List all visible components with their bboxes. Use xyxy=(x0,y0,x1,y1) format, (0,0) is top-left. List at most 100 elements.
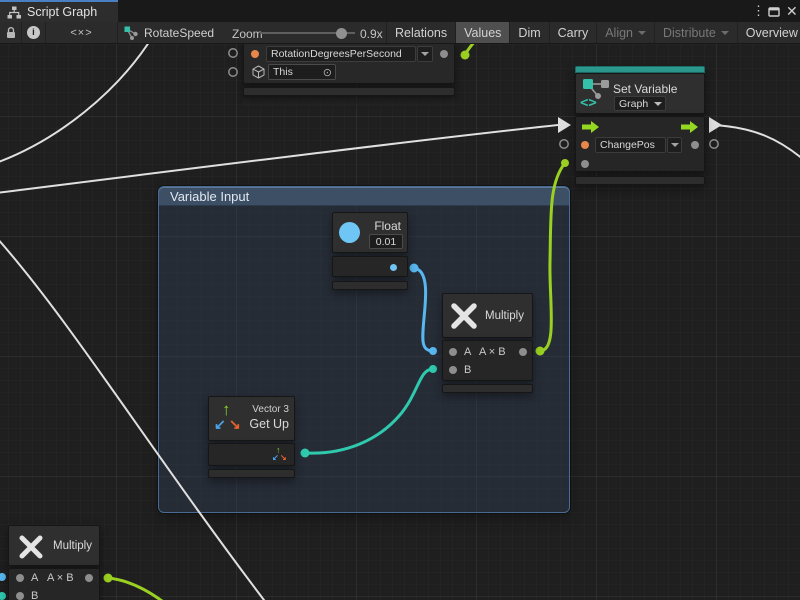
port-b[interactable] xyxy=(16,592,24,600)
node-multiply2-header[interactable]: Multiply xyxy=(8,525,100,566)
close-button[interactable]: ✕ xyxy=(786,0,798,22)
port-float-out[interactable] xyxy=(390,264,397,271)
float-value: 0.01 xyxy=(376,236,396,248)
maximize-button[interactable] xyxy=(768,0,780,22)
node-type-label: Vector 3 xyxy=(252,405,289,415)
port-result-label: A × B xyxy=(47,573,74,584)
port-result[interactable] xyxy=(85,574,93,582)
node-set-variable-accent xyxy=(575,66,705,73)
cube-icon xyxy=(252,65,265,79)
float-value-input[interactable]: 0.01 xyxy=(369,234,403,249)
scope-dropdown[interactable]: Graph xyxy=(614,96,666,111)
code-icon: <> xyxy=(580,95,597,109)
chevron-down-icon xyxy=(654,102,662,106)
node-multiply-header[interactable]: Multiply xyxy=(442,293,533,338)
port-b-label: B xyxy=(31,591,38,600)
node-multiply-body[interactable]: A A × B B xyxy=(442,340,533,381)
arrow-downright-icon: ↘ xyxy=(229,417,241,431)
unity-script-graph-window: Variable Input xyxy=(0,0,800,600)
node-float-header[interactable]: Float 0.01 xyxy=(332,212,408,253)
overview-button[interactable]: Overview xyxy=(737,22,800,43)
vector3-mini-icon[interactable]: ↑ ↙ ↘ xyxy=(272,446,288,464)
graph-hierarchy-icon xyxy=(7,6,21,19)
node-title: Float xyxy=(374,220,401,232)
group-title: Variable Input xyxy=(170,189,249,204)
port-a-label: A xyxy=(464,347,471,358)
info-button[interactable]: i xyxy=(22,22,46,43)
node-set-variable-header[interactable]: <> Set Variable Graph xyxy=(575,73,705,114)
node-shadow xyxy=(243,98,455,106)
port-out-dot[interactable] xyxy=(440,50,448,58)
values-button[interactable]: Values xyxy=(455,22,509,43)
graph-toolbar: i <×> RotateSpeed Zoom 0.9x Relations Va… xyxy=(0,22,800,44)
dim-button[interactable]: Dim xyxy=(509,22,548,43)
lock-button[interactable] xyxy=(0,22,22,43)
title-tab-bar: Script Graph ⋮ ✕ xyxy=(0,0,800,22)
breadcrumb[interactable]: RotateSpeed xyxy=(124,26,214,40)
zoom-value: 0.9x xyxy=(360,27,383,41)
variable-name-dropdown[interactable]: RotationDegreesPerSecond xyxy=(266,46,416,62)
arrow-downright-icon: ↘ xyxy=(280,454,287,462)
chevron-down-icon xyxy=(721,31,729,35)
tab-script-graph[interactable]: Script Graph xyxy=(0,0,118,22)
object-picker-icon[interactable]: ⊙ xyxy=(323,66,332,79)
menu-dots-button[interactable]: ⋮ xyxy=(752,0,765,22)
carry-button[interactable]: Carry xyxy=(549,22,597,43)
zoom-slider-handle[interactable] xyxy=(336,28,347,39)
code-icon: <×> xyxy=(70,27,92,39)
port-a[interactable] xyxy=(16,574,24,582)
arrow-downleft-icon: ↙ xyxy=(272,454,279,462)
node-multiply-footer xyxy=(442,384,533,393)
multiply-icon xyxy=(449,301,479,331)
port-value-out[interactable] xyxy=(691,141,699,149)
graph-name: RotateSpeed xyxy=(144,26,214,40)
chevron-down-icon xyxy=(421,52,429,56)
multiply-icon xyxy=(17,533,45,561)
port-input-dot[interactable] xyxy=(581,160,589,168)
flow-out-arrow-icon[interactable] xyxy=(681,121,698,133)
node-multiply2-body[interactable]: A A × B B xyxy=(8,568,100,600)
chevron-down-icon xyxy=(671,143,679,147)
variable-label: ChangePos xyxy=(600,139,655,151)
node-title: Multiply xyxy=(485,311,524,323)
info-icon: i xyxy=(27,26,40,39)
port-variable-in[interactable] xyxy=(581,141,589,149)
chevron-down-icon xyxy=(638,31,646,35)
graph-asset-icon xyxy=(124,26,138,40)
node-get-variable-footer xyxy=(243,87,455,96)
node-get-up-body[interactable]: ↑ ↙ ↘ xyxy=(208,443,295,466)
port-a-label: A xyxy=(31,573,38,584)
code-view-button[interactable]: <×> xyxy=(46,22,118,43)
zoom-label: Zoom xyxy=(232,27,263,41)
distribute-dropdown[interactable]: Distribute xyxy=(654,22,737,43)
float-icon xyxy=(339,222,360,243)
variable-dropdown-button[interactable] xyxy=(667,137,682,153)
port-value-out[interactable] xyxy=(251,50,259,58)
node-title: Get Up xyxy=(249,418,289,431)
lock-icon xyxy=(5,26,17,39)
node-set-variable-body[interactable]: ChangePos xyxy=(575,116,705,172)
node-get-variable[interactable]: RotationDegreesPerSecond This ⊙ xyxy=(243,38,455,84)
scope-label: Graph xyxy=(619,98,648,110)
set-variable-icon: <> xyxy=(580,78,612,109)
port-a[interactable] xyxy=(449,348,457,356)
node-title: Multiply xyxy=(53,541,92,553)
target-field[interactable]: This ⊙ xyxy=(268,64,336,80)
node-get-up-header[interactable]: ↑ ↙ ↘ Vector 3 Get Up xyxy=(208,396,295,441)
vector3-icon: ↑ ↙ ↘ xyxy=(214,401,246,437)
flow-in-arrow-icon[interactable] xyxy=(582,121,599,133)
node-float-body[interactable] xyxy=(332,256,408,277)
port-result[interactable] xyxy=(519,348,527,356)
port-b[interactable] xyxy=(449,366,457,374)
variable-name-label: RotationDegreesPerSecond xyxy=(271,48,402,60)
variable-dropdown[interactable]: ChangePos xyxy=(595,137,666,153)
variable-dropdown-button[interactable] xyxy=(417,46,433,62)
align-dropdown[interactable]: Align xyxy=(596,22,654,43)
relations-button[interactable]: Relations xyxy=(386,22,455,43)
port-result-label: A × B xyxy=(479,347,506,358)
tab-title: Script Graph xyxy=(27,5,97,19)
group-header[interactable]: Variable Input xyxy=(159,187,569,206)
node-float-footer xyxy=(332,281,408,290)
port-b-label: B xyxy=(464,365,471,376)
target-value: This xyxy=(273,66,293,78)
